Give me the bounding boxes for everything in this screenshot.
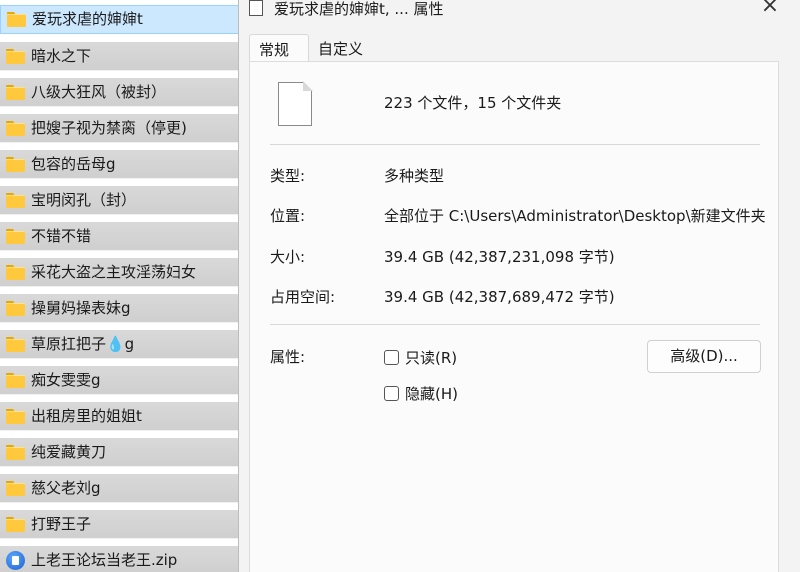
- folder-icon: [6, 120, 25, 136]
- folder-icon: [7, 12, 26, 27]
- file-name: 草原扛把子💧g: [31, 334, 135, 353]
- file-list-item[interactable]: 不错不错: [0, 222, 240, 251]
- multiple-files-icon: [278, 81, 313, 126]
- folder-icon: [6, 516, 25, 532]
- attributes-label: 属性:: [270, 348, 306, 366]
- file-list-item[interactable]: 慈父老刘g: [0, 474, 240, 503]
- readonly-checkbox[interactable]: [384, 350, 399, 365]
- file-list-item[interactable]: 痴女雯雯g: [0, 366, 240, 395]
- file-name: 慈父老刘g: [31, 478, 101, 497]
- folder-icon: [6, 156, 25, 172]
- file-name: 暗水之下: [31, 46, 92, 65]
- file-name: 采花大盗之主攻淫荡妇女: [31, 262, 197, 281]
- file-name: 把嫂子视为禁脔（停更): [31, 118, 187, 137]
- file-name: 上老王论坛当老王.zip: [31, 550, 178, 569]
- location-value: 全部位于 C:\Users\Administrator\Desktop\新建文件…: [384, 207, 766, 225]
- file-list-item[interactable]: 宝明闵孔（封）: [0, 186, 240, 215]
- disk-size-value: 39.4 GB (42,387,689,472 字节): [384, 288, 615, 306]
- size-label: 大小:: [270, 248, 306, 266]
- file-name: 打野王子: [31, 514, 92, 533]
- file-list-item[interactable]: 草原扛把子💧g: [0, 330, 240, 359]
- size-value: 39.4 GB (42,387,231,098 字节): [384, 248, 615, 266]
- readonly-checkbox-row[interactable]: 只读(R): [384, 347, 457, 368]
- folder-icon: [6, 444, 25, 460]
- hidden-checkbox[interactable]: [384, 386, 399, 401]
- file-name: 操舅妈操表妹g: [31, 298, 131, 317]
- file-list-item[interactable]: 出租房里的姐姐t: [0, 402, 240, 431]
- file-list-item[interactable]: 包容的岳母g: [0, 150, 240, 179]
- folder-icon: [6, 408, 25, 424]
- file-list-item[interactable]: 上老王论坛当老王.zip: [0, 546, 240, 572]
- tab-general[interactable]: 常规: [249, 34, 309, 62]
- disk-size-label: 占用空间:: [270, 288, 336, 306]
- file-list-item[interactable]: 采花大盗之主攻淫荡妇女: [0, 258, 240, 287]
- hidden-checkbox-row[interactable]: 隐藏(H): [384, 383, 458, 404]
- location-label: 位置:: [270, 207, 306, 225]
- hidden-label: 隐藏(H): [405, 385, 458, 403]
- folder-icon: [6, 336, 25, 352]
- close-button[interactable]: ×: [759, 0, 781, 18]
- zip-archive-icon: [6, 550, 25, 570]
- file-list-item[interactable]: 八级大狂风（被封）: [0, 78, 240, 107]
- general-panel: 223 个文件，15 个文件夹 类型: 多种类型 位置: 全部位于 C:\Use…: [249, 61, 779, 572]
- advanced-button[interactable]: 高级(D)...: [647, 340, 761, 373]
- type-label: 类型:: [270, 167, 306, 185]
- folder-icon: [6, 264, 25, 280]
- title-bar[interactable]: 爱玩求虐的婶婶t, ... 属性 ×: [239, 0, 800, 34]
- file-list-item[interactable]: 操舅妈操表妹g: [0, 294, 240, 323]
- folder-icon: [6, 372, 25, 388]
- folder-icon: [6, 192, 25, 208]
- file-list-item[interactable]: 把嫂子视为禁脔（停更): [0, 114, 240, 143]
- file-name: 八级大狂风（被封）: [31, 82, 167, 101]
- divider: [270, 324, 760, 325]
- folder-icon: [6, 84, 25, 100]
- document-icon: [249, 0, 263, 16]
- file-list-item[interactable]: 纯爱藏黄刀: [0, 438, 240, 467]
- file-name: 出租房里的姐姐t: [31, 406, 142, 425]
- folder-icon: [6, 228, 25, 244]
- file-list: 爱玩求虐的婶婶t 暗水之下 八级大狂风（被封） 把嫂子视为禁脔（停更) 包容的岳…: [0, 0, 240, 572]
- file-name: 痴女雯雯g: [31, 370, 101, 389]
- file-list-item[interactable]: 爱玩求虐的婶婶t: [0, 5, 240, 34]
- file-summary: 223 个文件，15 个文件夹: [384, 94, 562, 112]
- type-value: 多种类型: [384, 167, 445, 185]
- tab-custom[interactable]: 自定义: [309, 34, 379, 62]
- folder-icon: [6, 480, 25, 496]
- file-name: 不错不错: [31, 226, 92, 245]
- file-list-item[interactable]: 打野王子: [0, 510, 240, 539]
- file-name: 纯爱藏黄刀: [31, 442, 107, 461]
- file-name: 爱玩求虐的婶婶t: [32, 10, 143, 28]
- file-name: 宝明闵孔（封）: [31, 190, 137, 209]
- properties-dialog: 爱玩求虐的婶婶t, ... 属性 × 常规 自定义 223 个文件，15 个文件…: [238, 0, 800, 572]
- divider: [270, 144, 760, 145]
- dialog-title: 爱玩求虐的婶婶t, ... 属性: [274, 0, 444, 18]
- folder-icon: [6, 48, 25, 64]
- readonly-label: 只读(R): [405, 349, 458, 367]
- file-list-item[interactable]: 暗水之下: [0, 42, 240, 71]
- folder-icon: [6, 300, 25, 316]
- file-name: 包容的岳母g: [31, 154, 116, 173]
